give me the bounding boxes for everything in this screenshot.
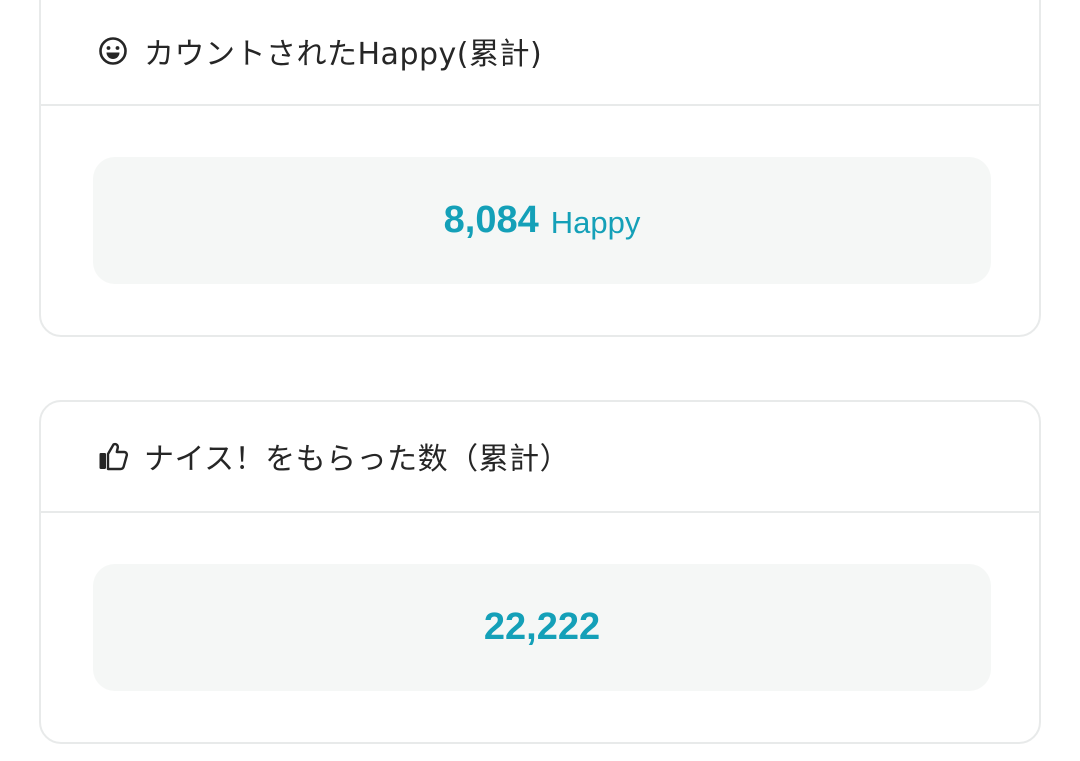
nice-count-header-row: ナイス！をもらった数（累計） (96, 436, 571, 477)
happy-count-card-header: カウントされたHappy(累計) (41, 0, 1039, 106)
nice-count-card: ナイス！をもらった数（累計） 22,222 (39, 400, 1041, 744)
nice-count-stat-box: 22,222 (93, 564, 991, 691)
nice-count-title: ナイス！をもらった数（累計） (144, 442, 571, 477)
smiley-face-icon (96, 34, 130, 68)
happy-count-header-row: カウントされたHappy(累計) (96, 31, 543, 72)
happy-count-card: カウントされたHappy(累計) 8,084 Happy (39, 0, 1041, 337)
happy-count-value: 8,084 (443, 199, 539, 241)
thumbs-up-icon (96, 439, 130, 473)
happy-count-title: カウントされたHappy(累計) (144, 37, 543, 72)
happy-count-stat-box: 8,084 Happy (93, 157, 991, 284)
nice-count-card-header: ナイス！をもらった数（累計） (41, 402, 1039, 513)
happy-count-unit: Happy (550, 204, 641, 240)
nice-count-value: 22,222 (483, 606, 601, 648)
